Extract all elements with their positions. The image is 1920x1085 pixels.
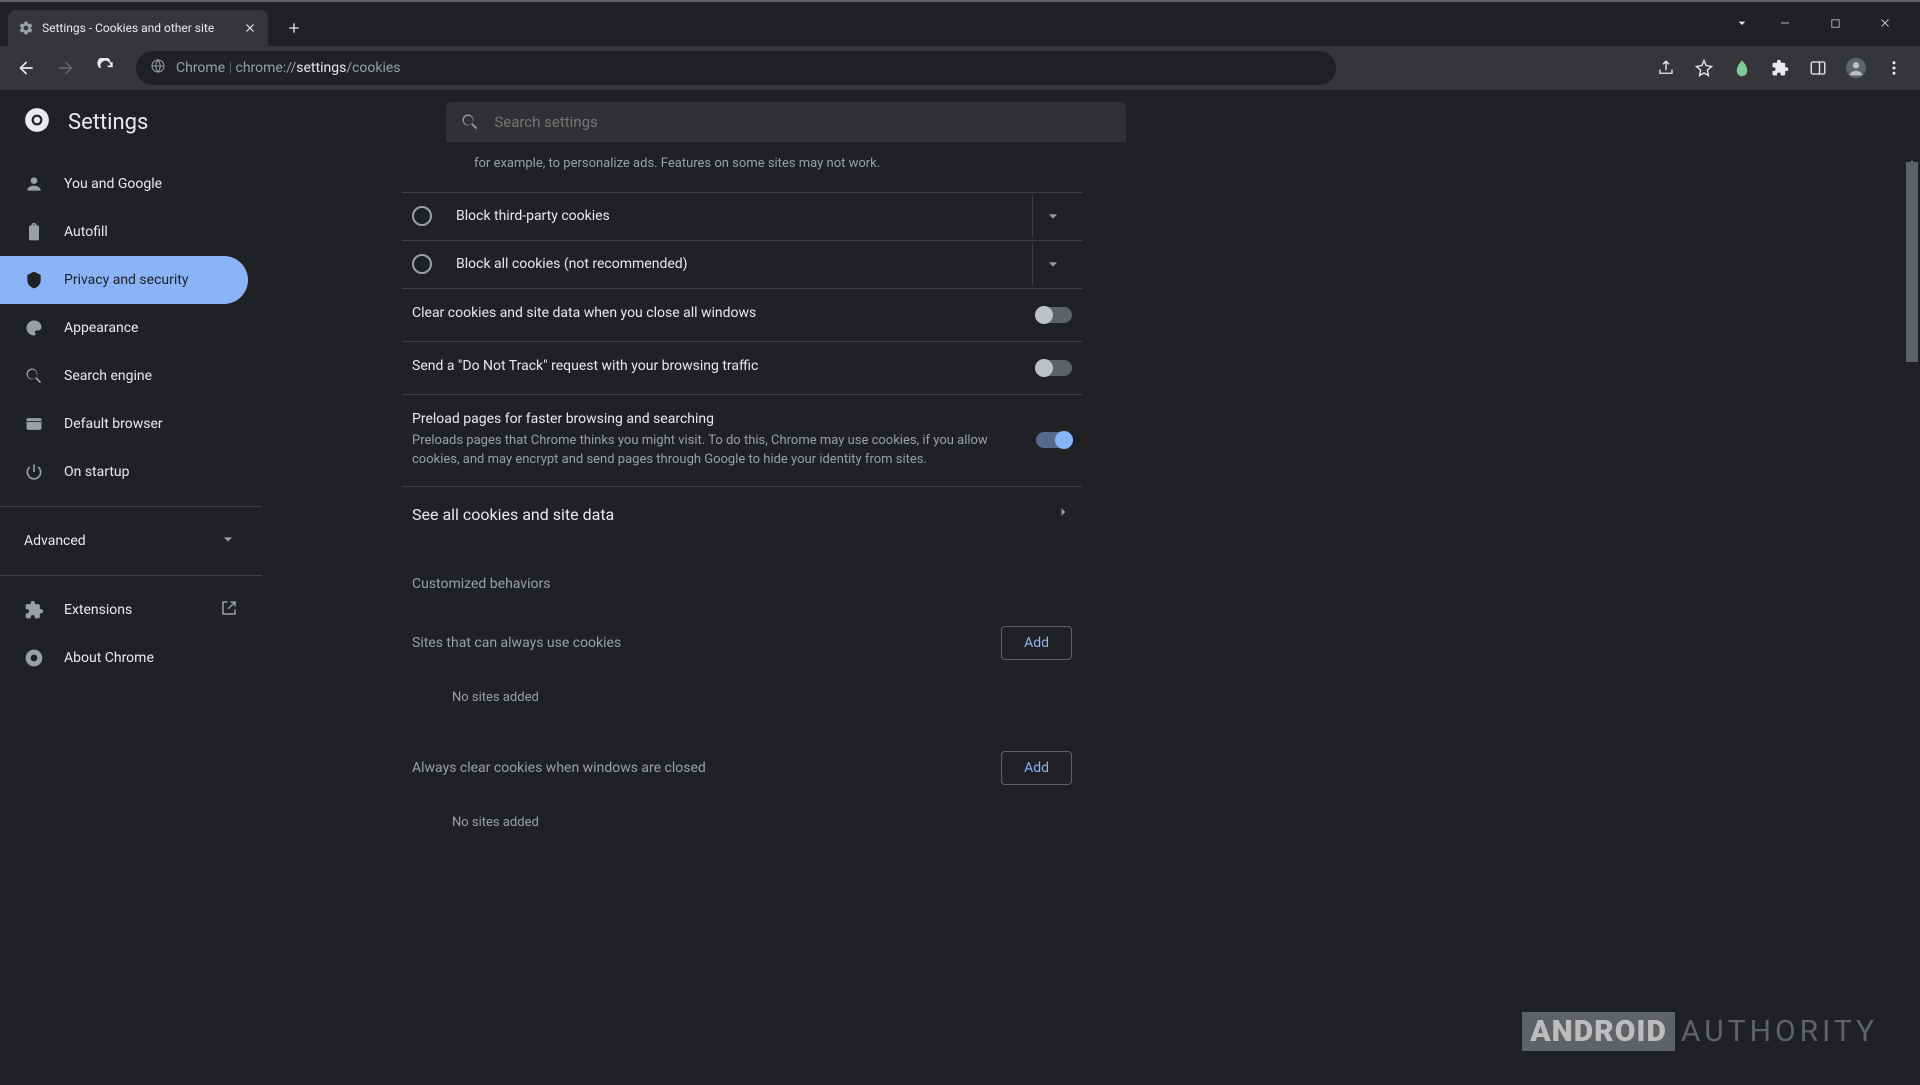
site-info-icon[interactable] [150, 58, 166, 78]
person-icon [24, 174, 44, 194]
option-block-all-cookies[interactable]: Block all cookies (not recommended) [402, 240, 1082, 288]
power-icon [24, 462, 44, 482]
forward-button[interactable] [48, 50, 84, 86]
sidebar-item-label: On startup [64, 464, 130, 480]
browser-icon [24, 414, 44, 434]
address-bar[interactable]: Chrome | chrome://settings/cookies [136, 51, 1336, 85]
sidebar-item-default-browser[interactable]: Default browser [0, 400, 248, 448]
sidebar-item-label: Default browser [64, 416, 163, 432]
toggle-switch[interactable] [1036, 307, 1072, 323]
toggle-preload-pages: Preload pages for faster browsing and se… [402, 394, 1082, 486]
sidebar-advanced[interactable]: Advanced [0, 517, 262, 565]
radio-icon[interactable] [412, 206, 432, 226]
chrome-logo-icon [24, 107, 50, 137]
chevron-right-icon [1054, 503, 1072, 525]
minimize-button[interactable] [1762, 8, 1808, 38]
clipboard-icon [24, 222, 44, 242]
search-settings-input[interactable] [446, 102, 1126, 142]
sidebar-item-label: Search engine [64, 368, 152, 384]
section-always-allow: Sites that can always use cookies Add [402, 600, 1082, 670]
browser-tab[interactable]: Settings - Cookies and other site [8, 10, 268, 46]
settings-header: Settings [0, 90, 1920, 154]
sidebar-separator [0, 575, 262, 576]
share-button[interactable] [1648, 50, 1684, 86]
no-sites-message: No sites added [402, 670, 1082, 725]
expand-button[interactable] [1032, 196, 1072, 236]
new-tab-button[interactable] [280, 14, 308, 42]
tab-search-button[interactable] [1726, 8, 1758, 38]
sidebar-item-you-and-google[interactable]: You and Google [0, 160, 248, 208]
titlebar: Settings - Cookies and other site [0, 0, 1920, 46]
reload-button[interactable] [88, 50, 124, 86]
toggle-do-not-track: Send a "Do Not Track" request with your … [402, 341, 1082, 394]
search-icon [24, 366, 44, 386]
no-sites-message: No sites added [402, 795, 1082, 850]
tab-title: Settings - Cookies and other site [42, 21, 234, 35]
sidebar-item-privacy-security[interactable]: Privacy and security [0, 256, 248, 304]
sidebar-item-on-startup[interactable]: On startup [0, 448, 248, 496]
add-button[interactable]: Add [1001, 751, 1072, 785]
sidebar-item-label: You and Google [64, 176, 162, 192]
maximize-button[interactable] [1812, 8, 1858, 38]
toggle-switch[interactable] [1036, 360, 1072, 376]
section-customized-behaviors: Customized behaviors [412, 576, 1082, 592]
gear-icon [18, 20, 34, 36]
sidebar-item-label: Autofill [64, 224, 108, 240]
back-button[interactable] [8, 50, 44, 86]
link-see-all-cookies[interactable]: See all cookies and site data [402, 486, 1082, 542]
toggle-switch[interactable] [1036, 432, 1072, 448]
radio-icon[interactable] [412, 254, 432, 274]
external-link-icon [220, 599, 238, 621]
side-panel-button[interactable] [1800, 50, 1836, 86]
page-title: Settings [68, 110, 148, 135]
close-icon[interactable] [242, 20, 258, 36]
chevron-down-icon [218, 529, 238, 553]
search-icon [460, 112, 480, 132]
option-block-third-party[interactable]: Block third-party cookies [402, 192, 1082, 240]
leaf-icon[interactable] [1724, 50, 1760, 86]
sidebar-item-appearance[interactable]: Appearance [0, 304, 248, 352]
browser-toolbar: Chrome | chrome://settings/cookies [0, 46, 1920, 90]
scroll-thumb[interactable] [1906, 162, 1918, 362]
palette-icon [24, 318, 44, 338]
profile-button[interactable] [1838, 50, 1874, 86]
url-text: Chrome | chrome://settings/cookies [176, 60, 401, 76]
close-window-button[interactable] [1862, 8, 1908, 38]
expand-button[interactable] [1032, 244, 1072, 284]
sidebar-item-label: Privacy and security [64, 272, 188, 288]
settings-sidebar: You and Google Autofill Privacy and secu… [0, 154, 262, 1085]
chrome-icon [24, 648, 44, 668]
sidebar-item-label: Appearance [64, 320, 138, 336]
watermark: ANDROID AUTHORITY [1522, 1012, 1878, 1051]
toggle-clear-on-exit: Clear cookies and site data when you clo… [402, 288, 1082, 341]
bookmark-button[interactable] [1686, 50, 1722, 86]
scrollbar[interactable] [1904, 154, 1920, 1085]
shield-icon [24, 270, 44, 290]
extensions-button[interactable] [1762, 50, 1798, 86]
sidebar-item-search-engine[interactable]: Search engine [0, 352, 248, 400]
settings-content: for example, to personalize ads. Feature… [262, 154, 1920, 1085]
option-description: for example, to personalize ads. Feature… [402, 154, 1082, 192]
sidebar-about-chrome[interactable]: About Chrome [0, 634, 262, 682]
sidebar-item-autofill[interactable]: Autofill [0, 208, 248, 256]
menu-button[interactable] [1876, 50, 1912, 86]
extensions-icon [24, 600, 44, 620]
add-button[interactable]: Add [1001, 626, 1072, 660]
section-always-clear: Always clear cookies when windows are cl… [402, 725, 1082, 795]
sidebar-separator [0, 506, 262, 507]
sidebar-extensions-link[interactable]: Extensions [0, 586, 262, 634]
